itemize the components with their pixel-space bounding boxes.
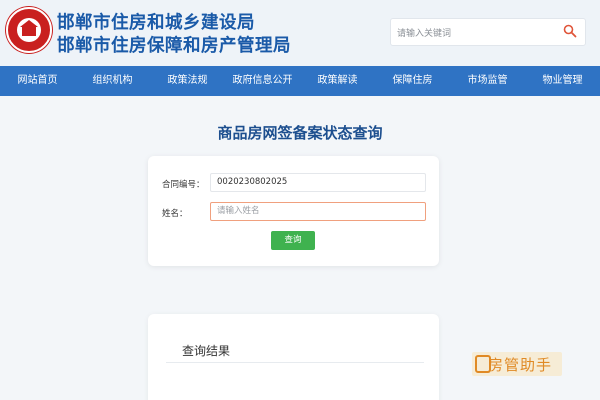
- site-title-line2: 邯郸市住房保障和房产管理局: [57, 36, 291, 56]
- contract-number-field[interactable]: 0020230802025: [210, 173, 426, 192]
- main-nav: 网站首页 组织机构 政策法规 政府信息公开 政策解读 保障住房 市场监管 物业管…: [0, 66, 600, 96]
- site-header: 邯郸市住房和城乡建设局 邯郸市住房保障和房产管理局 请输入关键词: [0, 0, 600, 66]
- logo[interactable]: [6, 7, 52, 53]
- nav-item-affordable-housing[interactable]: 保障住房: [375, 66, 450, 96]
- query-form-card: 合同编号： 0020230802025 姓名： 请输入姓名 查询: [148, 156, 439, 266]
- site-title-line1: 邯郸市住房和城乡建设局: [57, 13, 255, 33]
- result-title: 查询结果: [182, 344, 231, 358]
- search-icon[interactable]: [563, 24, 577, 38]
- nav-item-home[interactable]: 网站首页: [0, 66, 75, 96]
- watermark-text: 房管助手: [488, 356, 553, 374]
- name-label: 姓名：: [162, 209, 188, 219]
- result-divider: [166, 362, 424, 363]
- query-button[interactable]: 查询: [271, 231, 315, 250]
- search-input[interactable]: 请输入关键词: [397, 26, 451, 39]
- logo-house-icon: [22, 26, 36, 36]
- name-field[interactable]: 请输入姓名: [210, 202, 426, 221]
- nav-item-organization[interactable]: 组织机构: [75, 66, 150, 96]
- nav-item-policies[interactable]: 政策法规: [150, 66, 225, 96]
- page-title: 商品房网签备案状态查询: [217, 124, 383, 142]
- contract-number-label: 合同编号：: [162, 180, 205, 190]
- nav-item-policy-interpretation[interactable]: 政策解读: [300, 66, 375, 96]
- watermark: 房管助手: [472, 352, 562, 376]
- nav-item-info-disclosure[interactable]: 政府信息公开: [225, 66, 300, 96]
- search-box[interactable]: 请输入关键词: [390, 18, 586, 46]
- result-card: 查询结果: [148, 314, 439, 400]
- nav-item-property-management[interactable]: 物业管理: [525, 66, 600, 96]
- nav-item-market-supervision[interactable]: 市场监管: [450, 66, 525, 96]
